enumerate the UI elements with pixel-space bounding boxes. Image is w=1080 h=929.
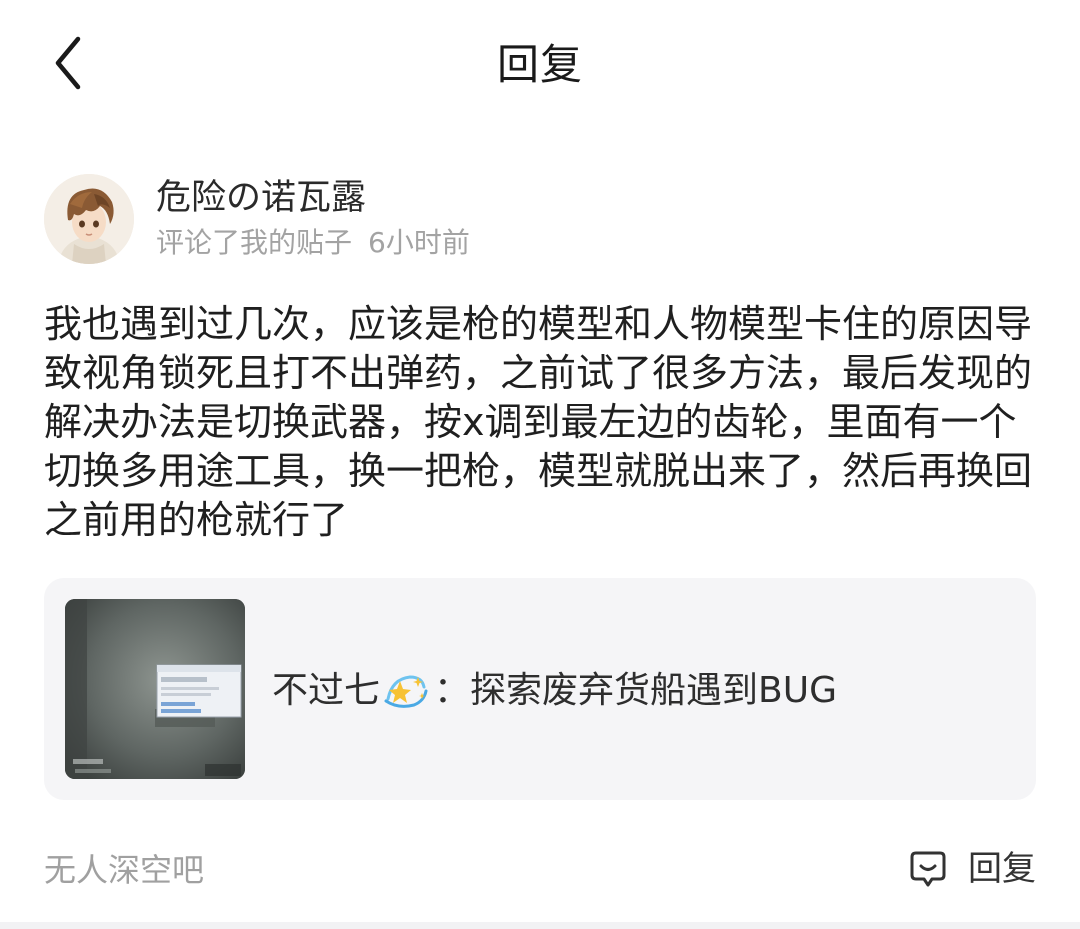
quoted-post-author: 不过七 [272,670,381,711]
post-thumbnail [65,599,245,779]
avatar[interactable] [44,174,134,264]
screenshot-thumbnail-icon [65,599,245,779]
quoted-post-title: 不过七 ： 探索废弃货船遇到BUG [272,668,837,714]
reply-detail-screen: 回复 危险の诺瓦露 评论了我的贴子 6小时前 我也遇到过几次，应该是枪的模型和人物… [0,0,1080,929]
quote-separator: ： [434,670,471,711]
comment-footer: 无人深空吧 回复 [44,842,1036,898]
comment-author-row: 危险の诺瓦露 评论了我的贴子 6小时前 [44,172,1044,268]
action-text: 评论了我的贴子 [156,226,353,259]
quoted-post-card[interactable]: 不过七 ： 探索废弃货船遇到BUG [44,578,1036,800]
avatar-anime-boy-icon [44,174,134,264]
comment-meta: 评论了我的贴子 6小时前 [156,224,470,262]
page-title: 回复 [496,40,583,89]
timestamp: 6小时前 [368,226,470,259]
comment-bubble-icon [910,851,946,887]
comment-text: 我也遇到过几次，应该是枪的模型和人物模型卡住的原因导致视角锁死且打不出弹药，之前… [44,302,1033,542]
top-bar: 回复 [0,0,1080,130]
sparkles-icon [384,675,428,708]
quoted-post-subject: 探索废弃货船遇到BUG [470,670,837,711]
username[interactable]: 危险の诺瓦露 [156,176,366,220]
forum-name[interactable]: 无人深空吧 [44,848,204,892]
bottom-divider [0,922,1080,929]
reply-button[interactable]: 回复 [908,844,1036,894]
reply-label: 回复 [968,849,1036,889]
